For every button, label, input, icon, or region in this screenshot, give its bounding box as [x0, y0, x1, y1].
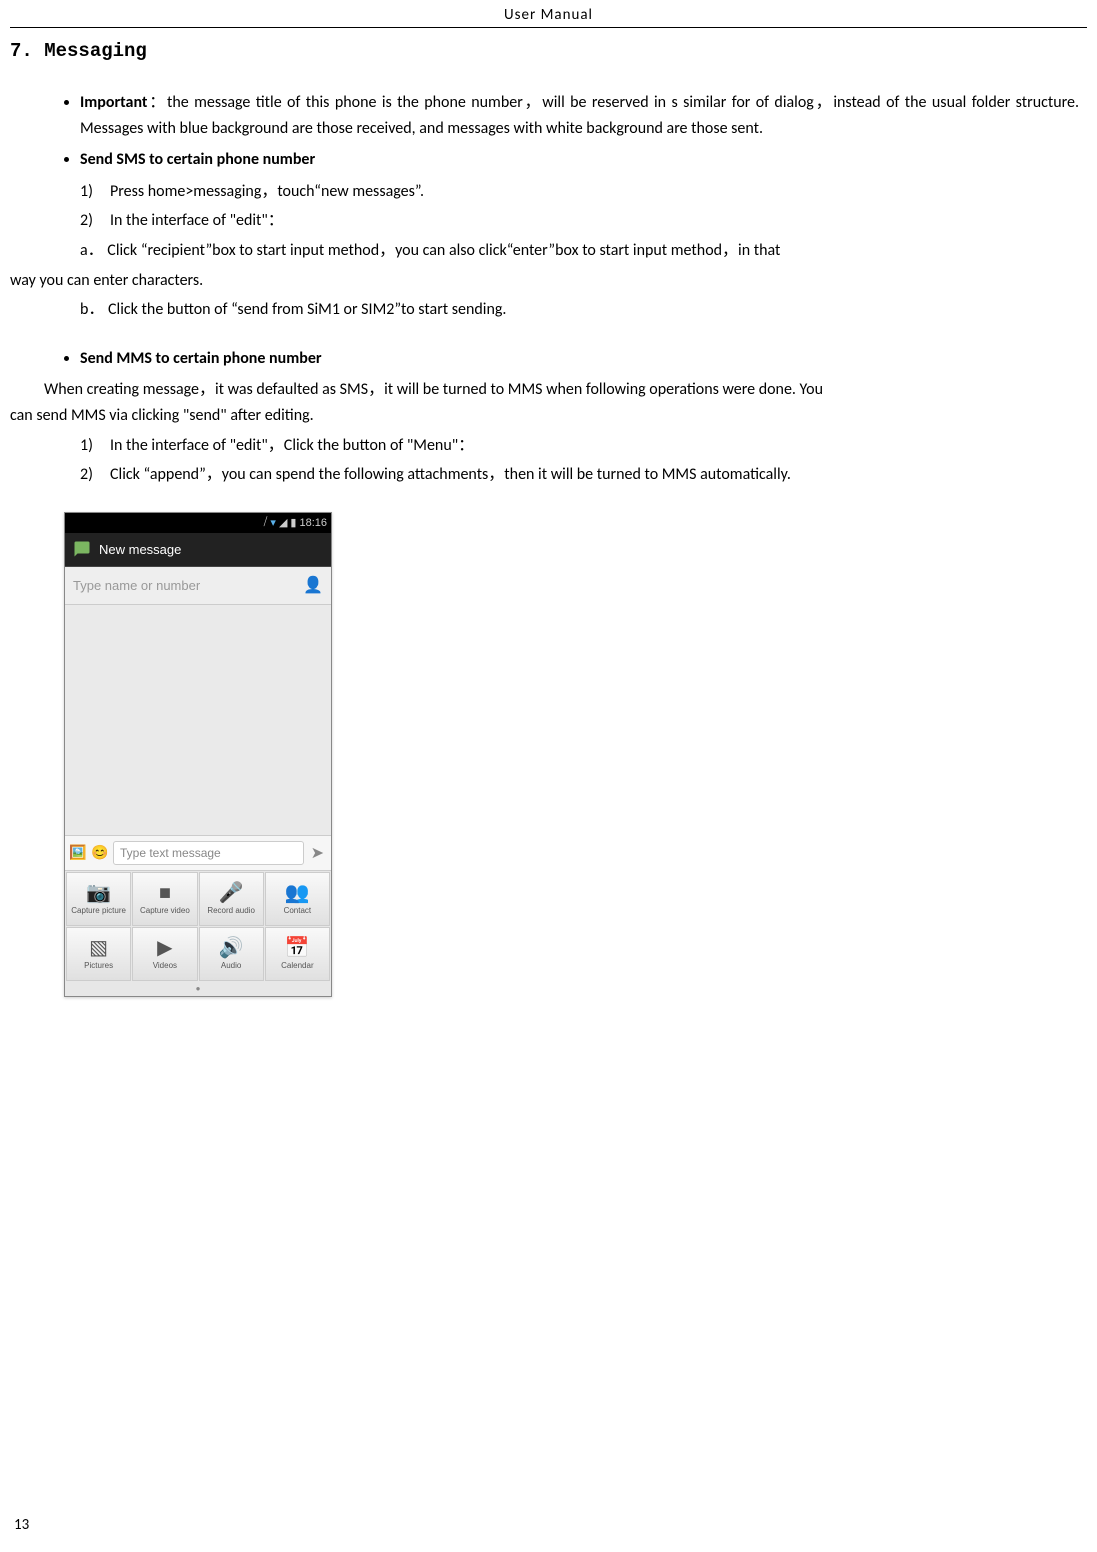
- sms-step-2: In the interface of "edit"：: [110, 211, 284, 230]
- message-body-area: [65, 605, 331, 835]
- contacts-icon: 👥: [285, 883, 310, 903]
- gallery-icon: ▧: [89, 938, 108, 958]
- mms-step-1: In the interface of "edit"，Click the but…: [110, 436, 474, 455]
- attach-videos[interactable]: ▶ Videos: [132, 927, 197, 981]
- recipient-input[interactable]: Type name or number 👤: [65, 567, 331, 605]
- battery-icon: ▮: [290, 516, 296, 529]
- emoji-icon[interactable]: 😊: [91, 844, 109, 862]
- home-indicator: ●: [65, 982, 331, 996]
- attachment-grid: 📷 Capture picture ■ Capture video 🎤 Reco…: [65, 871, 331, 982]
- bullet-send-sms: Send SMS to certain phone number: [80, 147, 1079, 173]
- app-bar: New message: [65, 533, 331, 567]
- add-contact-icon[interactable]: 👤: [303, 575, 323, 595]
- calendar-icon: 📅: [285, 938, 310, 958]
- camera-icon: 📷: [86, 883, 111, 903]
- important-label: Important: [80, 93, 147, 112]
- attach-capture-video[interactable]: ■ Capture video: [132, 872, 197, 926]
- attach-record-audio[interactable]: 🎤 Record audio: [199, 872, 264, 926]
- recipient-placeholder: Type name or number: [73, 578, 200, 593]
- mic-icon: 🎤: [219, 883, 244, 903]
- bluetooth-icon: ⧸: [264, 516, 268, 529]
- speaker-icon: 🔊: [219, 938, 244, 958]
- bullet-list-2: Send MMS to certain phone number: [80, 346, 1079, 372]
- bullet-send-mms: Send MMS to certain phone number: [80, 346, 1079, 372]
- attach-pictures[interactable]: ▧ Pictures: [66, 927, 131, 981]
- send-mms-label: Send MMS to certain phone number: [80, 349, 322, 368]
- page-header: User Manual: [10, 0, 1087, 28]
- send-sms-label: Send SMS to certain phone number: [80, 150, 315, 169]
- phone-screenshot: ⧸ ▾ ◢ ▮ 18:16 New message Type name or n…: [64, 512, 332, 997]
- mms-steps: 1)In the interface of "edit"，Click the b…: [80, 433, 1087, 488]
- status-bar: ⧸ ▾ ◢ ▮ 18:16: [65, 513, 331, 533]
- play-icon: ▶: [157, 938, 172, 958]
- compose-row: 🖼️ 😊 Type text message ➤: [65, 835, 331, 871]
- attach-audio[interactable]: 🔊 Audio: [199, 927, 264, 981]
- attach-capture-picture[interactable]: 📷 Capture picture: [66, 872, 131, 926]
- attach-contact[interactable]: 👥 Contact: [265, 872, 330, 926]
- section-heading: 7. Messaging: [10, 40, 1087, 62]
- sms-step-1: Press home>messaging，touch“new messages”…: [110, 182, 424, 201]
- picture-icon[interactable]: 🖼️: [69, 844, 87, 862]
- attach-calendar[interactable]: 📅 Calendar: [265, 927, 330, 981]
- signal-icon: ◢: [279, 516, 287, 529]
- bullet-list: Important：the message title of this phon…: [80, 90, 1079, 173]
- message-icon[interactable]: [73, 540, 91, 558]
- compose-input[interactable]: Type text message: [113, 841, 304, 865]
- sms-step-b-row: b． Click the button of “send from SiM1 o…: [80, 297, 1087, 323]
- page-number: 13: [14, 1516, 29, 1534]
- important-text: ：the message title of this phone is the …: [80, 93, 1079, 138]
- videocam-icon: ■: [159, 883, 171, 903]
- sms-step-b: b． Click the button of “send from SiM1 o…: [80, 300, 506, 319]
- compose-placeholder: Type text message: [120, 846, 221, 860]
- send-icon[interactable]: ➤: [308, 843, 327, 863]
- sms-steps: 1)Press home>messaging，touch“new message…: [80, 179, 1087, 264]
- mms-step-2: Click “append”，you can spend the followi…: [110, 465, 791, 484]
- clock-text: 18:16: [299, 517, 327, 529]
- header-title: User Manual: [504, 6, 593, 24]
- wifi-icon: ▾: [270, 516, 276, 529]
- app-bar-title: New message: [99, 542, 181, 557]
- mms-para-1: When creating message，it was defaulted a…: [44, 377, 1079, 403]
- mms-para-2: can send MMS via clicking "send" after e…: [10, 403, 1087, 429]
- bullet-important: Important：the message title of this phon…: [80, 90, 1079, 141]
- sms-step-a-wrap: way you can enter characters.: [10, 268, 1087, 294]
- sms-step-a: a． Click “recipient”box to start input m…: [80, 241, 780, 260]
